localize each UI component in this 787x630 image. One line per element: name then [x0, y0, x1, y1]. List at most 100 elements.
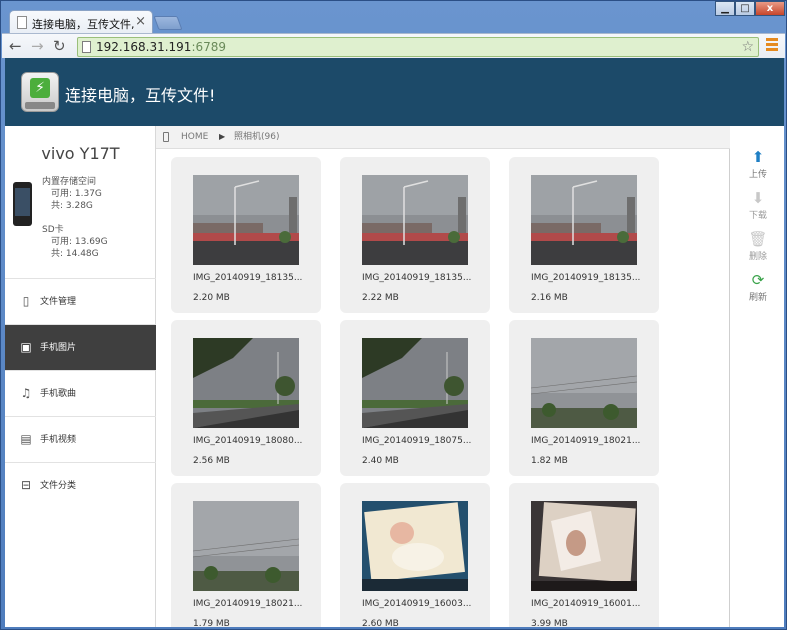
photo-thumbnail[interactable] — [193, 501, 299, 591]
photo-card[interactable]: IMG_20140919_16001... 3.99 MB — [509, 483, 659, 627]
page-icon — [82, 41, 91, 53]
tab-close-icon[interactable]: × — [135, 14, 146, 29]
breadcrumb-home[interactable]: HOME — [181, 126, 208, 148]
internal-storage-info: 内置存储空间 可用: 1.37G 共: 3.28G — [42, 176, 102, 212]
photo-card[interactable]: IMG_20140919_18075... 2.40 MB — [340, 320, 490, 476]
refresh-button[interactable]: ⟳ 刷新 — [738, 270, 778, 303]
photo-card[interactable]: IMG_20140919_18021... 1.82 MB — [509, 320, 659, 476]
minimize-button[interactable]: ▁ — [715, 1, 735, 16]
header-title: 连接电脑，互传文件! — [65, 86, 216, 105]
maximize-button[interactable]: □ — [735, 1, 755, 16]
browser-tab[interactable]: 连接电脑，互传文件, × — [9, 10, 153, 34]
photo-card[interactable]: IMG_20140919_18135... 2.20 MB — [171, 157, 321, 313]
photo-card[interactable]: IMG_20140919_18135... 2.16 MB — [509, 157, 659, 313]
sidebar-nav-item[interactable]: ▤ 手机视频 — [5, 416, 156, 462]
app-header: ⚡ 连接电脑，互传文件! — [5, 58, 784, 126]
photo-thumbnail[interactable] — [362, 501, 468, 591]
phone-icon — [13, 182, 32, 226]
new-tab-button[interactable] — [153, 16, 183, 30]
action-label: 上传 — [748, 170, 767, 180]
download-icon: ⬇ — [751, 189, 765, 207]
photo-filename: IMG_20140919_16003... — [362, 599, 472, 609]
address-bar[interactable]: 192.168.31.191:6789 ☆ — [77, 37, 759, 57]
photo-card[interactable]: IMG_20140919_16003... 2.60 MB — [340, 483, 490, 627]
breadcrumb: HOME ▶ 照相机(96) — [156, 126, 730, 149]
photo-filename: IMG_20140919_18135... — [193, 273, 303, 283]
sd-card-total: 共: 14.48G — [51, 249, 99, 259]
internal-storage-available: 可用: 1.37G — [51, 189, 102, 199]
url-host: 192.168.31.191 — [96, 40, 192, 54]
sd-card-label: SD卡 — [42, 225, 64, 235]
forward-button[interactable]: → — [31, 37, 44, 55]
browser-menu-icon[interactable] — [766, 38, 778, 53]
phone-small-icon — [163, 132, 169, 142]
picture-icon: ▣ — [20, 340, 32, 354]
photo-card[interactable]: IMG_20140919_18021... 1.79 MB — [171, 483, 321, 627]
bookmark-star-icon[interactable]: ☆ — [741, 38, 754, 56]
browser-window: 连接电脑，互传文件, × ▁ □ x ← → ↻ 192.168.31.191:… — [0, 0, 787, 630]
photo-thumbnail[interactable] — [362, 175, 468, 265]
film-icon: ▤ — [20, 432, 32, 446]
photo-filename: IMG_20140919_18075... — [362, 436, 472, 446]
photo-filesize: 2.40 MB — [362, 456, 399, 466]
logo-base — [25, 102, 55, 109]
action-label: 删除 — [748, 252, 767, 262]
sidebar-nav-label: 手机歌曲 — [40, 389, 77, 399]
photo-thumbnail[interactable] — [193, 338, 299, 428]
photo-thumbnail[interactable] — [531, 501, 637, 591]
photo-thumbnail[interactable] — [531, 338, 637, 428]
photo-thumbnail[interactable] — [362, 338, 468, 428]
photo-filesize: 2.60 MB — [362, 619, 399, 627]
breadcrumb-current-folder: 照相机(96) — [234, 132, 280, 142]
photo-filename: IMG_20140919_18021... — [531, 436, 641, 446]
photo-filesize: 2.56 MB — [193, 456, 230, 466]
photo-filesize: 1.79 MB — [193, 619, 230, 627]
photo-thumbnail[interactable] — [531, 175, 637, 265]
sidebar-nav-label: 文件管理 — [40, 297, 77, 307]
music-note-icon: ♫ — [20, 386, 32, 400]
photo-filename: IMG_20140919_18135... — [362, 273, 472, 283]
device-name: vivo Y17T — [41, 144, 120, 163]
sidebar-nav-label: 文件分类 — [40, 481, 77, 491]
refresh-icon: ⟳ — [751, 271, 765, 289]
page-content: ⚡ 连接电脑，互传文件! vivo Y17T 内置存储空间 可用: 1.37G … — [5, 58, 784, 627]
phone-icon: ▯ — [22, 294, 30, 308]
photo-card[interactable]: IMG_20140919_18080... 2.56 MB — [171, 320, 321, 476]
title-bar: 连接电脑，互传文件, × ▁ □ x — [1, 1, 786, 34]
sd-card-info: SD卡 可用: 13.69G 共: 14.48G — [42, 224, 108, 260]
trash-icon: 🗑 — [748, 230, 768, 248]
page-icon — [17, 16, 27, 29]
reload-button[interactable]: ↻ — [53, 37, 66, 55]
sidebar-nav-item[interactable]: ▯ 文件管理 — [5, 278, 156, 324]
photo-filesize: 1.82 MB — [531, 456, 568, 466]
photo-filename: IMG_20140919_18080... — [193, 436, 303, 446]
back-button[interactable]: ← — [9, 37, 22, 55]
download-button[interactable]: ⬇ 下载 — [738, 188, 778, 221]
photo-card[interactable]: IMG_20140919_18135... 2.22 MB — [340, 157, 490, 313]
close-window-button[interactable]: x — [755, 1, 785, 16]
internal-storage-total: 共: 3.28G — [51, 201, 93, 211]
browser-toolbar: ← → ↻ 192.168.31.191:6789 ☆ — [2, 33, 785, 58]
sidebar-nav-label: 手机视频 — [40, 435, 77, 445]
photo-grid: IMG_20140919_18135... 2.20 MB IMG_20140919… — [156, 149, 730, 627]
url-port: :6789 — [191, 40, 227, 54]
photo-filesize: 2.20 MB — [193, 293, 230, 303]
upload-button[interactable]: ⬆ 上传 — [738, 147, 778, 180]
photo-filename: IMG_20140919_18135... — [531, 273, 641, 283]
photo-filesize: 3.99 MB — [531, 619, 568, 627]
trash-button[interactable]: 🗑 删除 — [738, 229, 778, 262]
photo-filesize: 2.16 MB — [531, 293, 568, 303]
sidebar: vivo Y17T 内置存储空间 可用: 1.37G 共: 3.28G SD卡 … — [5, 126, 156, 627]
photo-filesize: 2.22 MB — [362, 293, 399, 303]
sidebar-nav-item[interactable]: ⊟ 文件分类 — [5, 462, 156, 508]
upload-icon: ⬆ — [751, 148, 765, 166]
internal-storage-label: 内置存储空间 — [42, 177, 97, 187]
sidebar-nav-item[interactable]: ♫ 手机歌曲 — [5, 370, 156, 416]
lightning-icon: ⚡ — [30, 78, 50, 98]
sidebar-nav-label: 手机图片 — [40, 343, 77, 353]
photo-thumbnail[interactable] — [193, 175, 299, 265]
sidebar-nav-item[interactable]: ▣ 手机图片 — [5, 324, 156, 370]
photo-filename: IMG_20140919_18021... — [193, 599, 303, 609]
inbox-icon: ⊟ — [20, 478, 32, 492]
sd-card-available: 可用: 13.69G — [51, 237, 108, 247]
